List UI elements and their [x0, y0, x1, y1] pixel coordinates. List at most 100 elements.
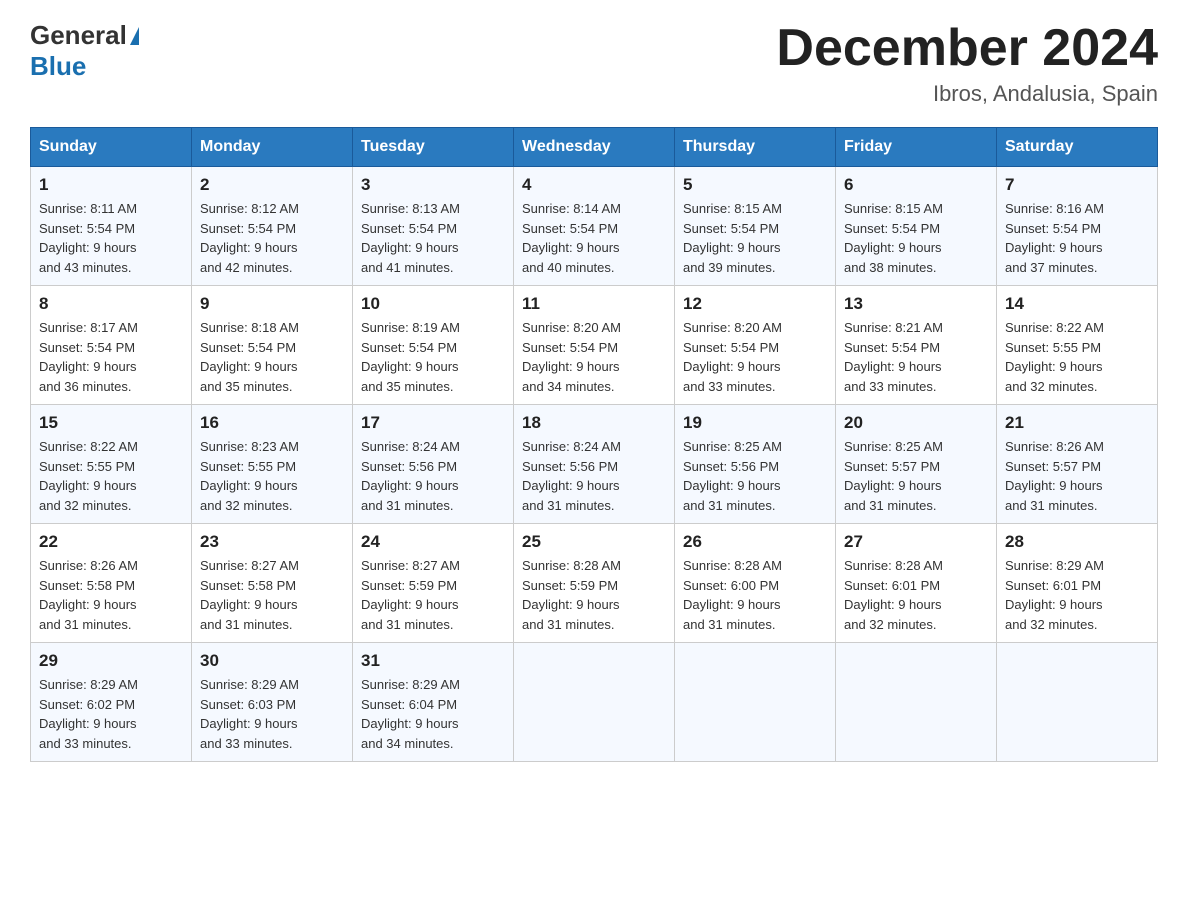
day-info: Sunrise: 8:15 AMSunset: 5:54 PMDaylight:…	[844, 201, 943, 275]
calendar-cell: 26 Sunrise: 8:28 AMSunset: 6:00 PMDaylig…	[675, 524, 836, 643]
day-number: 31	[361, 651, 505, 671]
calendar-cell: 18 Sunrise: 8:24 AMSunset: 5:56 PMDaylig…	[514, 405, 675, 524]
day-number: 15	[39, 413, 183, 433]
calendar-cell: 24 Sunrise: 8:27 AMSunset: 5:59 PMDaylig…	[353, 524, 514, 643]
week-row-5: 29 Sunrise: 8:29 AMSunset: 6:02 PMDaylig…	[31, 643, 1158, 762]
calendar-body: 1 Sunrise: 8:11 AMSunset: 5:54 PMDayligh…	[31, 167, 1158, 762]
calendar-cell: 31 Sunrise: 8:29 AMSunset: 6:04 PMDaylig…	[353, 643, 514, 762]
day-info: Sunrise: 8:25 AMSunset: 5:56 PMDaylight:…	[683, 439, 782, 513]
column-header-thursday: Thursday	[675, 128, 836, 167]
week-row-3: 15 Sunrise: 8:22 AMSunset: 5:55 PMDaylig…	[31, 405, 1158, 524]
calendar-cell: 10 Sunrise: 8:19 AMSunset: 5:54 PMDaylig…	[353, 286, 514, 405]
page-header: General Blue December 2024 Ibros, Andalu…	[30, 20, 1158, 107]
day-number: 18	[522, 413, 666, 433]
month-title: December 2024	[776, 20, 1158, 77]
calendar-cell: 9 Sunrise: 8:18 AMSunset: 5:54 PMDayligh…	[192, 286, 353, 405]
day-info: Sunrise: 8:29 AMSunset: 6:02 PMDaylight:…	[39, 677, 138, 751]
day-info: Sunrise: 8:18 AMSunset: 5:54 PMDaylight:…	[200, 320, 299, 394]
day-info: Sunrise: 8:25 AMSunset: 5:57 PMDaylight:…	[844, 439, 943, 513]
calendar-cell: 5 Sunrise: 8:15 AMSunset: 5:54 PMDayligh…	[675, 167, 836, 286]
calendar-cell: 12 Sunrise: 8:20 AMSunset: 5:54 PMDaylig…	[675, 286, 836, 405]
day-number: 4	[522, 175, 666, 195]
calendar-cell: 21 Sunrise: 8:26 AMSunset: 5:57 PMDaylig…	[997, 405, 1158, 524]
day-number: 13	[844, 294, 988, 314]
day-info: Sunrise: 8:27 AMSunset: 5:59 PMDaylight:…	[361, 558, 460, 632]
calendar-header: SundayMondayTuesdayWednesdayThursdayFrid…	[31, 128, 1158, 167]
day-info: Sunrise: 8:29 AMSunset: 6:03 PMDaylight:…	[200, 677, 299, 751]
day-info: Sunrise: 8:29 AMSunset: 6:01 PMDaylight:…	[1005, 558, 1104, 632]
day-number: 20	[844, 413, 988, 433]
day-number: 3	[361, 175, 505, 195]
calendar-cell: 27 Sunrise: 8:28 AMSunset: 6:01 PMDaylig…	[836, 524, 997, 643]
calendar-cell: 16 Sunrise: 8:23 AMSunset: 5:55 PMDaylig…	[192, 405, 353, 524]
day-number: 24	[361, 532, 505, 552]
day-number: 8	[39, 294, 183, 314]
calendar-cell: 3 Sunrise: 8:13 AMSunset: 5:54 PMDayligh…	[353, 167, 514, 286]
calendar-cell	[836, 643, 997, 762]
calendar-cell: 4 Sunrise: 8:14 AMSunset: 5:54 PMDayligh…	[514, 167, 675, 286]
calendar-cell: 14 Sunrise: 8:22 AMSunset: 5:55 PMDaylig…	[997, 286, 1158, 405]
column-header-wednesday: Wednesday	[514, 128, 675, 167]
calendar-cell: 2 Sunrise: 8:12 AMSunset: 5:54 PMDayligh…	[192, 167, 353, 286]
day-number: 2	[200, 175, 344, 195]
day-info: Sunrise: 8:24 AMSunset: 5:56 PMDaylight:…	[361, 439, 460, 513]
calendar-cell: 23 Sunrise: 8:27 AMSunset: 5:58 PMDaylig…	[192, 524, 353, 643]
calendar-cell: 11 Sunrise: 8:20 AMSunset: 5:54 PMDaylig…	[514, 286, 675, 405]
day-info: Sunrise: 8:29 AMSunset: 6:04 PMDaylight:…	[361, 677, 460, 751]
week-row-4: 22 Sunrise: 8:26 AMSunset: 5:58 PMDaylig…	[31, 524, 1158, 643]
day-info: Sunrise: 8:14 AMSunset: 5:54 PMDaylight:…	[522, 201, 621, 275]
day-info: Sunrise: 8:28 AMSunset: 5:59 PMDaylight:…	[522, 558, 621, 632]
column-header-saturday: Saturday	[997, 128, 1158, 167]
calendar-cell: 29 Sunrise: 8:29 AMSunset: 6:02 PMDaylig…	[31, 643, 192, 762]
logo-triangle-icon	[130, 27, 139, 45]
calendar-cell: 17 Sunrise: 8:24 AMSunset: 5:56 PMDaylig…	[353, 405, 514, 524]
day-info: Sunrise: 8:16 AMSunset: 5:54 PMDaylight:…	[1005, 201, 1104, 275]
calendar-cell: 8 Sunrise: 8:17 AMSunset: 5:54 PMDayligh…	[31, 286, 192, 405]
day-number: 30	[200, 651, 344, 671]
day-info: Sunrise: 8:24 AMSunset: 5:56 PMDaylight:…	[522, 439, 621, 513]
day-number: 23	[200, 532, 344, 552]
day-number: 25	[522, 532, 666, 552]
day-info: Sunrise: 8:23 AMSunset: 5:55 PMDaylight:…	[200, 439, 299, 513]
day-number: 22	[39, 532, 183, 552]
day-number: 6	[844, 175, 988, 195]
day-info: Sunrise: 8:22 AMSunset: 5:55 PMDaylight:…	[39, 439, 138, 513]
calendar-cell: 19 Sunrise: 8:25 AMSunset: 5:56 PMDaylig…	[675, 405, 836, 524]
day-info: Sunrise: 8:20 AMSunset: 5:54 PMDaylight:…	[522, 320, 621, 394]
day-number: 10	[361, 294, 505, 314]
calendar-cell: 20 Sunrise: 8:25 AMSunset: 5:57 PMDaylig…	[836, 405, 997, 524]
day-info: Sunrise: 8:19 AMSunset: 5:54 PMDaylight:…	[361, 320, 460, 394]
logo-general: General	[30, 20, 127, 51]
week-row-1: 1 Sunrise: 8:11 AMSunset: 5:54 PMDayligh…	[31, 167, 1158, 286]
calendar-cell: 30 Sunrise: 8:29 AMSunset: 6:03 PMDaylig…	[192, 643, 353, 762]
column-header-friday: Friday	[836, 128, 997, 167]
calendar-cell: 25 Sunrise: 8:28 AMSunset: 5:59 PMDaylig…	[514, 524, 675, 643]
day-number: 21	[1005, 413, 1149, 433]
column-header-sunday: Sunday	[31, 128, 192, 167]
calendar-cell: 7 Sunrise: 8:16 AMSunset: 5:54 PMDayligh…	[997, 167, 1158, 286]
day-info: Sunrise: 8:20 AMSunset: 5:54 PMDaylight:…	[683, 320, 782, 394]
day-info: Sunrise: 8:26 AMSunset: 5:57 PMDaylight:…	[1005, 439, 1104, 513]
calendar-cell: 6 Sunrise: 8:15 AMSunset: 5:54 PMDayligh…	[836, 167, 997, 286]
location: Ibros, Andalusia, Spain	[776, 81, 1158, 107]
calendar-cell: 22 Sunrise: 8:26 AMSunset: 5:58 PMDaylig…	[31, 524, 192, 643]
calendar-cell	[675, 643, 836, 762]
day-number: 16	[200, 413, 344, 433]
header-right: December 2024 Ibros, Andalusia, Spain	[776, 20, 1158, 107]
day-info: Sunrise: 8:26 AMSunset: 5:58 PMDaylight:…	[39, 558, 138, 632]
day-info: Sunrise: 8:12 AMSunset: 5:54 PMDaylight:…	[200, 201, 299, 275]
day-number: 12	[683, 294, 827, 314]
calendar-cell	[514, 643, 675, 762]
week-row-2: 8 Sunrise: 8:17 AMSunset: 5:54 PMDayligh…	[31, 286, 1158, 405]
day-info: Sunrise: 8:28 AMSunset: 6:01 PMDaylight:…	[844, 558, 943, 632]
calendar-cell: 13 Sunrise: 8:21 AMSunset: 5:54 PMDaylig…	[836, 286, 997, 405]
column-header-monday: Monday	[192, 128, 353, 167]
day-number: 28	[1005, 532, 1149, 552]
day-number: 19	[683, 413, 827, 433]
day-number: 29	[39, 651, 183, 671]
day-info: Sunrise: 8:13 AMSunset: 5:54 PMDaylight:…	[361, 201, 460, 275]
day-info: Sunrise: 8:22 AMSunset: 5:55 PMDaylight:…	[1005, 320, 1104, 394]
column-header-tuesday: Tuesday	[353, 128, 514, 167]
calendar-cell: 1 Sunrise: 8:11 AMSunset: 5:54 PMDayligh…	[31, 167, 192, 286]
day-number: 5	[683, 175, 827, 195]
